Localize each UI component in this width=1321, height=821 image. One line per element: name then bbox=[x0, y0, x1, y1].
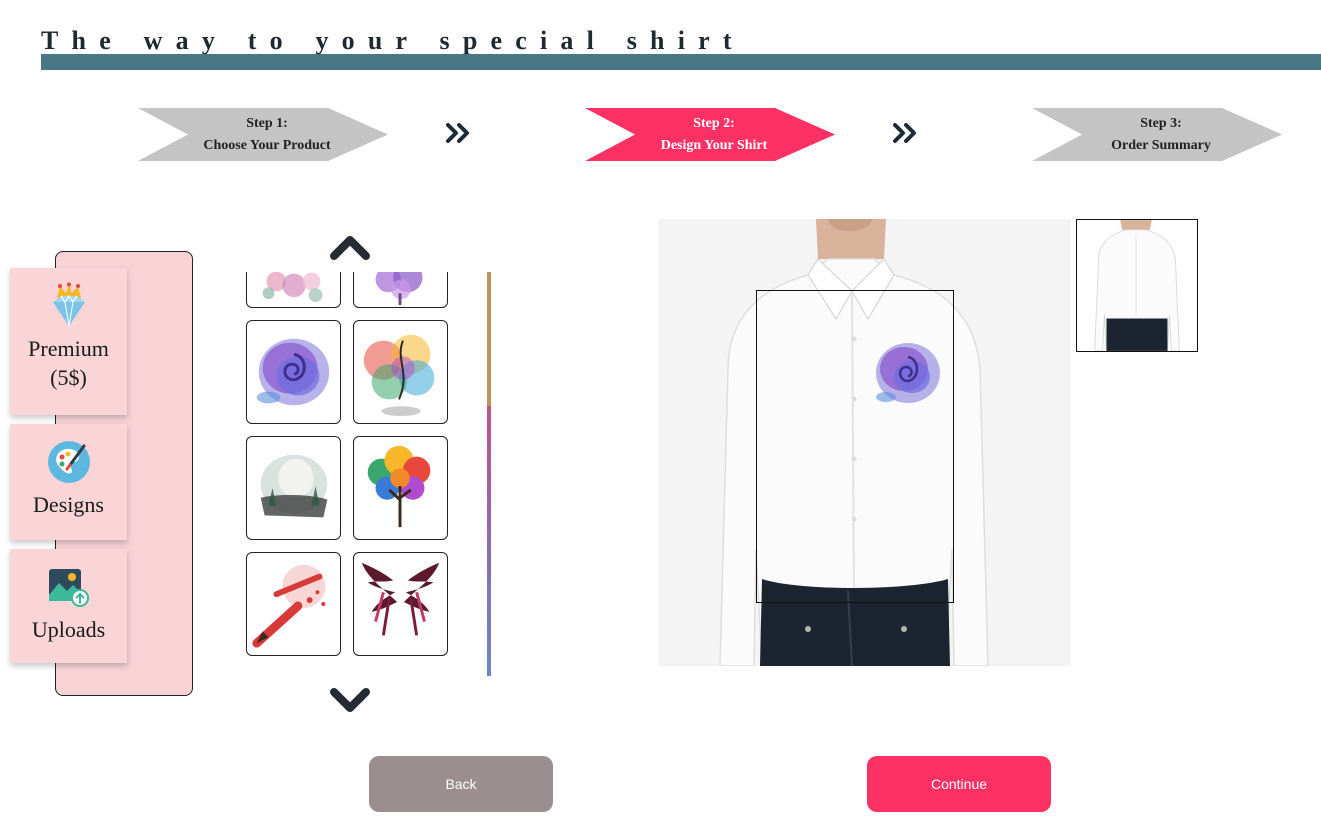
double-chevron-right-icon bbox=[446, 123, 469, 143]
page-title: The way to your special shirt bbox=[41, 26, 745, 55]
palette-icon bbox=[47, 441, 90, 483]
image-upload-icon bbox=[48, 569, 89, 607]
purple-rose-art bbox=[256, 338, 330, 406]
design-gallery bbox=[243, 272, 455, 660]
title-underline-bar bbox=[41, 54, 1321, 70]
gallery-scrollbar-thumb[interactable] bbox=[487, 406, 491, 676]
sidebar-item-designs[interactable]: Designs bbox=[10, 424, 127, 540]
step-number: Step 1: bbox=[246, 115, 288, 131]
design-thumb-purple-tree[interactable] bbox=[353, 272, 448, 308]
rainbow-tree-art bbox=[367, 445, 431, 528]
sidebar-item-premium[interactable]: Premium (5$) bbox=[10, 268, 127, 415]
snow-globe-art bbox=[260, 454, 328, 518]
step-label: Choose Your Product bbox=[203, 137, 331, 153]
purple-tree-art bbox=[375, 272, 423, 305]
print-area-box[interactable] bbox=[756, 290, 954, 603]
continue-button[interactable]: Continue bbox=[867, 756, 1051, 812]
step-number: Step 3: bbox=[1140, 115, 1182, 131]
sidebar-item-label: Uploads bbox=[31, 617, 106, 642]
sidebar-item-uploads[interactable]: Uploads bbox=[10, 549, 127, 663]
design-thumb-snow-globe[interactable] bbox=[246, 436, 341, 540]
design-thumb-flowers-bouquet[interactable] bbox=[246, 272, 341, 308]
step-label: Design Your Shirt bbox=[660, 137, 768, 153]
shirt-back-thumbnail[interactable] bbox=[1076, 219, 1198, 352]
rainbow-splash-art bbox=[363, 334, 435, 417]
flower-bouquet-art bbox=[262, 272, 323, 303]
scroll-up-arrow-icon[interactable] bbox=[328, 232, 372, 260]
design-thumb-pencil-idea[interactable] bbox=[246, 552, 341, 656]
step-choose-product[interactable]: Step 1: Choose Your Product bbox=[138, 108, 388, 161]
step-label: Order Summary bbox=[1111, 137, 1211, 153]
sidebar-item-price: (5$) bbox=[50, 365, 87, 390]
design-thumb-dark-wings[interactable] bbox=[353, 552, 448, 656]
scroll-down-arrow-icon[interactable] bbox=[328, 688, 372, 716]
design-thumb-purple-rose[interactable] bbox=[246, 320, 341, 424]
step-order-summary[interactable]: Step 3: Order Summary bbox=[1032, 108, 1282, 161]
diamond-crown-icon bbox=[52, 282, 85, 327]
sidebar-item-label: Designs bbox=[33, 492, 104, 517]
design-thumb-rainbow-splash-figure[interactable] bbox=[353, 320, 448, 424]
dark-wings-art bbox=[361, 562, 440, 636]
step-number: Step 2: bbox=[693, 115, 735, 131]
pencil-idea-art bbox=[252, 564, 326, 648]
sidebar-item-label: Premium bbox=[28, 336, 109, 361]
shirt-back-image bbox=[1077, 220, 1197, 351]
design-thumb-rainbow-tree[interactable] bbox=[353, 436, 448, 540]
step-design-shirt[interactable]: Step 2: Design Your Shirt bbox=[585, 108, 835, 161]
back-button[interactable]: Back bbox=[369, 756, 553, 812]
double-chevron-right-icon bbox=[893, 123, 916, 143]
